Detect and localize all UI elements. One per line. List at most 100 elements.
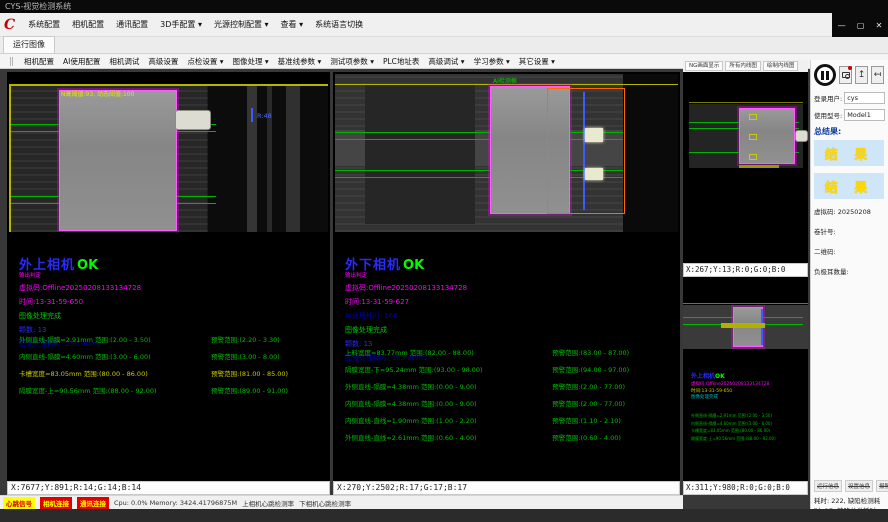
- left-measurements: 外侧直线-隔膜=2.91mm 范围:(2.00 - 3.50) 预警范围:(2.…: [19, 334, 324, 402]
- small-view-bottom-coord-bar: X:311;Y:980;R:0;G:0;B:0: [683, 481, 808, 495]
- product-region: [739, 108, 795, 164]
- minimize-icon[interactable]: —: [838, 21, 846, 30]
- comm-link-badge: 通讯连接: [77, 497, 109, 509]
- tab-run-image[interactable]: 运行图像: [3, 36, 55, 53]
- login-user-row: 登录用户: cys: [814, 92, 885, 104]
- product-region: [59, 90, 177, 231]
- measurement-row: 卡槽宽度=83.05mm 范围:(80.00 - 86.00) 预警范围:(81…: [19, 368, 324, 378]
- close-icon[interactable]: ✕: [876, 21, 883, 30]
- machine-column: [286, 86, 300, 232]
- tab-alarm-info[interactable]: 报警信息: [876, 480, 888, 492]
- tool-learning-params[interactable]: 学习参数 ▾: [474, 56, 510, 67]
- measure-text: 上料宽度=83.77mm 范围:(82.00 - 88.00): [345, 347, 552, 357]
- tool-ai-usage-config[interactable]: AI使用配置: [63, 56, 100, 67]
- result-ok: OK: [77, 258, 98, 273]
- result-ok: OK: [715, 373, 725, 380]
- measure-text: 内侧直线-隔膜=4.60mm 范围:(3.00 - 6.00): [691, 420, 776, 428]
- weld-highlight: [585, 128, 603, 142]
- annotation-mark: [749, 134, 757, 140]
- pause-button[interactable]: [814, 64, 836, 86]
- measurement-row: 内侧直线-隔膜=4.60mm 范围:(3.00 - 6.00) 预警范围:(3.…: [19, 351, 324, 361]
- tab-draw-lines[interactable]: 绘制内线图: [763, 61, 799, 71]
- menu-view[interactable]: 查看 ▾: [276, 17, 309, 32]
- tab-all-lines[interactable]: 所有内线图: [725, 61, 761, 71]
- measure-warn: 预警范围:(89.00 - 91.00): [211, 385, 288, 395]
- tab-ng-display[interactable]: NG画面显示: [685, 61, 723, 71]
- small-camera-view-top[interactable]: [683, 72, 808, 263]
- timestamp: 时间:13-31-59-627: [345, 297, 467, 307]
- measure-text: 卡槽宽度=83.05mm 范围:(80.00 - 86.00): [691, 427, 776, 435]
- tool-plc-address[interactable]: PLC地址表: [383, 56, 419, 67]
- menu-robot-config[interactable]: 3D手配置 ▾: [155, 17, 207, 32]
- measure-text: 内侧直线-隔膜=4.38mm 范围:(0.00 - 9.00): [345, 398, 552, 408]
- machine-column: [267, 86, 272, 232]
- measure-warn: 预警范围:(3.00 - 8.00): [211, 351, 280, 361]
- measurement-row: 内侧直线-直线=1.90mm 范围:(1.00 - 2.20) 预警范围:(1.…: [345, 415, 674, 425]
- virtual-code: 虚拟码:Offline20250208133134728: [19, 283, 141, 293]
- tool-baseline-params[interactable]: 基准线参数 ▾: [278, 56, 322, 67]
- annotation-text-strip: [721, 323, 765, 328]
- cpu-memory-text: Cpu: 0.0% Memory: 3424.41796875M: [114, 499, 237, 507]
- middle-camera-image[interactable]: AI检测框: [335, 74, 678, 232]
- main-area: N高阈值:93, 动态阈值:100 R:48 外上相机OK 输出判定 虚拟码:O…: [0, 69, 888, 510]
- tool-other-settings[interactable]: 其它设置 ▾: [519, 56, 555, 67]
- result-box-upper: 结 果: [814, 140, 884, 166]
- vcode-line: 虚拟码: 20250208: [814, 206, 885, 216]
- menu-system-config[interactable]: 系统配置: [23, 17, 65, 32]
- tool-advanced-settings[interactable]: 高级设置: [148, 56, 178, 67]
- model-label: 使用型号:: [814, 110, 842, 120]
- tool-camera-debug[interactable]: 相机调试: [109, 56, 139, 67]
- menu-comm-config[interactable]: 通讯配置: [111, 17, 153, 32]
- annotation-text-strip: [739, 165, 779, 168]
- middle-measurements: 上料宽度=83.77mm 范围:(82.00 - 88.00) 预警范围:(83…: [345, 347, 674, 449]
- tab-count-label: 负极耳数量:: [814, 266, 885, 276]
- arrow-back-icon: ↤: [874, 70, 882, 80]
- tool-spot-check[interactable]: 点检设置 ▾: [187, 56, 223, 67]
- menu-camera-config[interactable]: 相机配置: [67, 17, 109, 32]
- menu-light-config[interactable]: 光源控制配置 ▾: [209, 17, 274, 32]
- menu-language-switch[interactable]: 系统语言切换: [310, 17, 368, 32]
- small-view-tabs: NG画面显示 所有内线图 绘制内线图: [683, 60, 808, 72]
- tool-camera-config[interactable]: 相机配置: [24, 56, 54, 67]
- annotation-mark: [749, 114, 757, 120]
- info-panel: ↥ ↤ 登录用户: cys 使用型号: Model1 总结果: 结 果 结 果 …: [810, 60, 888, 510]
- connector-part: [175, 110, 211, 130]
- return-button[interactable]: ↤: [871, 66, 884, 84]
- model-value[interactable]: Model1: [844, 109, 885, 121]
- left-camera-image[interactable]: N高阈值:93, 动态阈值:100 R:48: [9, 84, 328, 232]
- login-user-label: 登录用户:: [814, 93, 842, 103]
- weld-highlight: [585, 168, 603, 180]
- small-view-top-coord-bar: X:267;Y:13;R:0;G:0;B:0: [683, 263, 808, 277]
- result-box-lower: 结 果: [814, 173, 884, 199]
- machine-edge-line: [683, 303, 808, 304]
- measurement-row: 外侧直线-直线=2.61mm 范围:(0.60 - 4.00) 预警范围:(0.…: [345, 432, 674, 442]
- mini-result-block: 外上相机OK 虚拟码:Offline20250208133134728 时间:1…: [691, 372, 769, 402]
- model-row: 使用型号: Model1: [814, 109, 885, 121]
- tool-image-processing[interactable]: 图像处理 ▾: [233, 56, 269, 67]
- threshold-overlay-text: N高阈值:93, 动态阈值:100: [61, 89, 134, 98]
- tool-advanced-debug[interactable]: 高级调试 ▾: [428, 56, 464, 67]
- marker-line: [583, 92, 585, 210]
- middle-coord-bar: X:270;Y:2502;R:17;G:17;B:17: [333, 481, 680, 495]
- camera-name: 外上相机: [691, 373, 715, 380]
- maximize-icon[interactable]: ▢: [857, 21, 865, 30]
- measure-text: 外侧直线-隔膜=2.91mm 范围:(2.00 - 3.50): [19, 334, 211, 344]
- upload-button[interactable]: ↥: [855, 66, 868, 84]
- tab-settings-info[interactable]: 设置信息: [845, 480, 873, 492]
- total-result-label: 总结果:: [814, 126, 885, 137]
- machine-edge-line: [689, 102, 803, 103]
- measurement-row: 隔膜宽度-下=95.24mm 范围:(93.00 - 98.00) 预警范围:(…: [345, 364, 674, 374]
- measure-text: 隔膜宽度-上=90.56mm 范围:(88.00 - 92.00): [19, 385, 211, 395]
- measurement-row: 隔膜宽度-上=90.56mm 范围:(88.00 - 92.00) 预警范围:(…: [19, 385, 324, 395]
- login-user-value[interactable]: cys: [844, 92, 885, 104]
- tab-run-info[interactable]: 运行信息: [814, 480, 842, 492]
- camera-button[interactable]: [839, 66, 852, 84]
- measure-text: 隔膜宽度-下=95.24mm 范围:(93.00 - 98.00): [345, 364, 552, 374]
- measurement-row: 外侧直线-隔膜=2.91mm 范围:(2.00 - 3.50) 预警范围:(2.…: [19, 334, 324, 344]
- measure-text: 外侧直线-隔膜=4.38mm 范围:(0.00 - 9.00): [345, 381, 552, 391]
- tool-test-params[interactable]: 测试项参数 ▾: [330, 56, 374, 67]
- measure-text: 外侧直线-隔膜=2.91mm 范围:(2.00 - 3.50): [691, 412, 776, 420]
- small-camera-view-bottom[interactable]: 外上相机OK 虚拟码:Offline20250208133134728 时间:1…: [683, 277, 808, 481]
- measurement-row: 上料宽度=83.77mm 范围:(82.00 - 88.00) 预警范围:(83…: [345, 347, 674, 357]
- bottom-strip: [0, 509, 888, 522]
